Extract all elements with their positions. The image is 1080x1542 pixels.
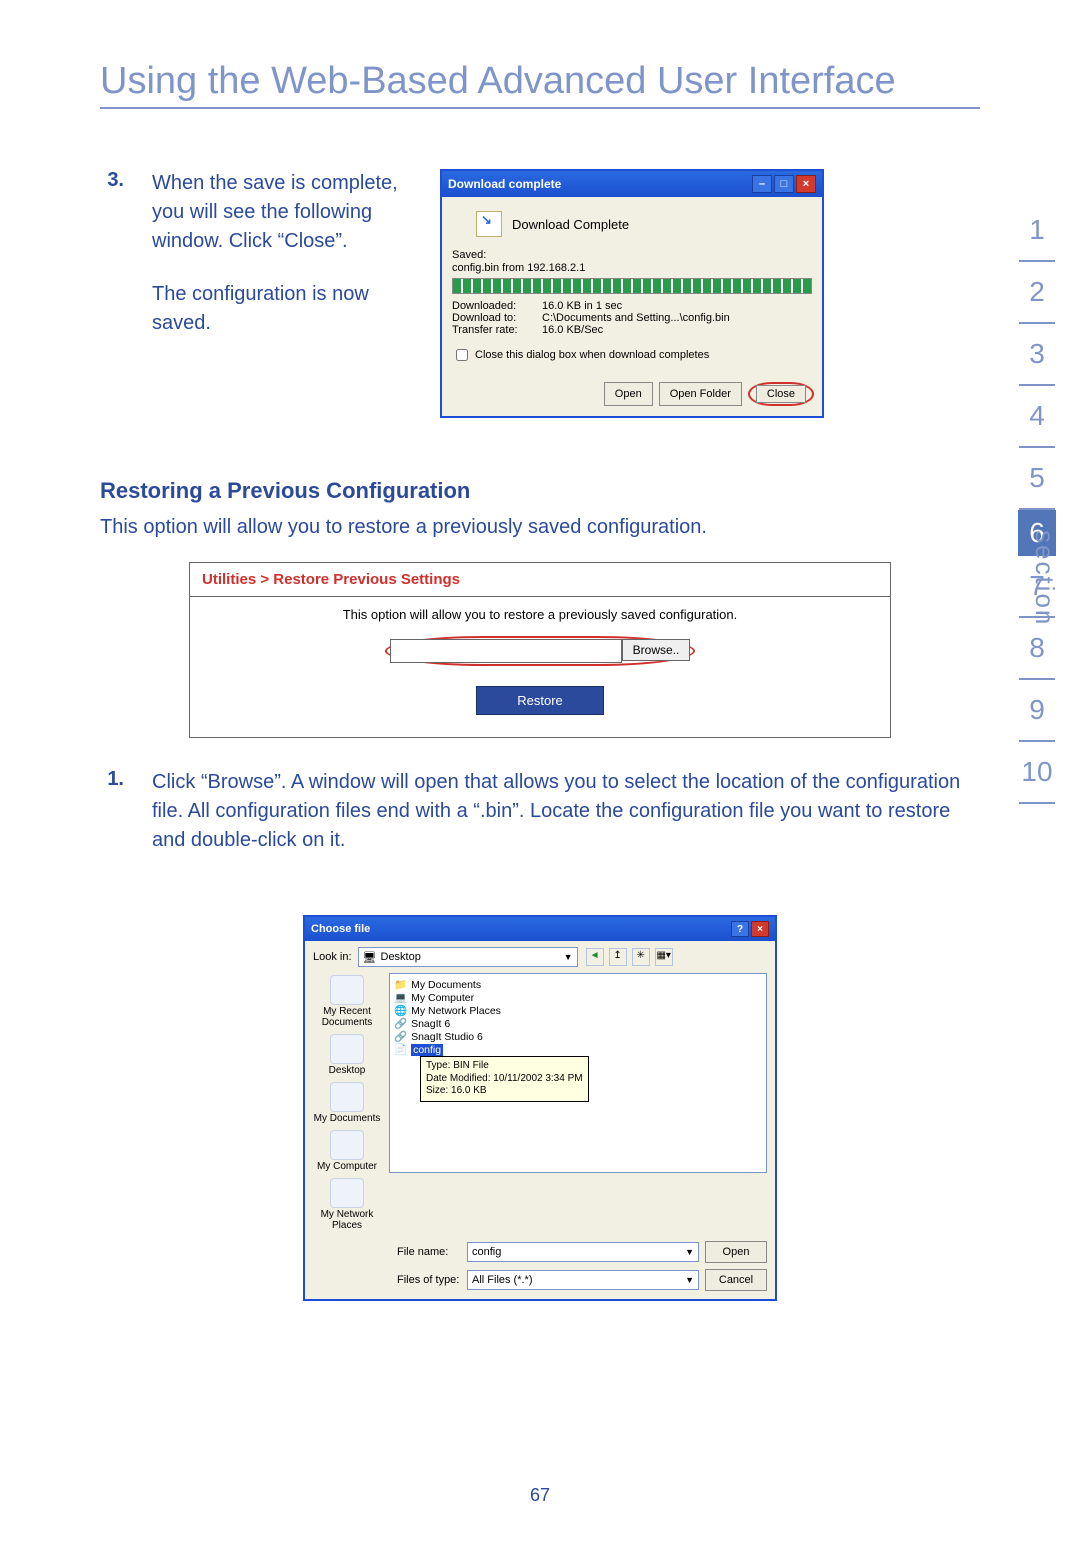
step-3-block: 3. When the save is complete, you will s…: [100, 169, 980, 418]
choose-file-title: Choose file: [311, 923, 370, 935]
list-item-selected[interactable]: 📄 config: [394, 1043, 762, 1056]
new-folder-icon[interactable]: ✳: [632, 948, 650, 966]
places-bar: My Recent Documents Desktop My Documents…: [305, 973, 389, 1237]
section-link-1[interactable]: 1: [1019, 200, 1055, 262]
open-button[interactable]: Open: [604, 382, 653, 406]
utilities-breadcrumb: Utilities > Restore Previous Settings: [190, 563, 890, 597]
chevron-down-icon: ▼: [564, 952, 573, 962]
section-label: section: [1029, 530, 1060, 626]
rate-label: Transfer rate:: [452, 324, 542, 336]
place-recent[interactable]: My Recent Documents: [305, 975, 389, 1028]
utilities-help-text: This option will allow you to restore a …: [210, 607, 870, 622]
look-in-select[interactable]: 🖥 Desktop ▼: [358, 947, 578, 967]
rate-value: 16.0 KB/Sec: [542, 324, 603, 336]
maximize-icon[interactable]: □: [774, 175, 794, 193]
step-3-number: 3.: [100, 169, 124, 418]
page-number: 67: [0, 1485, 1080, 1506]
section-link-5[interactable]: 5: [1019, 448, 1055, 510]
file-type-label: Files of type:: [397, 1274, 461, 1286]
section-link-4[interactable]: 4: [1019, 386, 1055, 448]
section-link-2[interactable]: 2: [1019, 262, 1055, 324]
place-my-computer[interactable]: My Computer: [305, 1130, 389, 1172]
saved-label: Saved:: [452, 249, 812, 261]
download-dialog-title: Download complete: [448, 177, 561, 191]
utilities-panel: Utilities > Restore Previous Settings Th…: [189, 562, 891, 738]
close-button[interactable]: Close: [756, 385, 806, 403]
section-link-10[interactable]: 10: [1019, 742, 1055, 804]
page-title: Using the Web-Based Advanced User Interf…: [100, 60, 980, 109]
auto-close-checkbox[interactable]: [456, 349, 468, 361]
download-complete-dialog: Download complete – □ × Download Complet…: [440, 169, 824, 418]
step-1-text: Click “Browse”. A window will open that …: [152, 768, 980, 855]
up-icon[interactable]: ↥: [609, 948, 627, 966]
restore-button[interactable]: Restore: [476, 686, 604, 715]
section-link-8[interactable]: 8: [1019, 618, 1055, 680]
file-name-label: File name:: [397, 1246, 461, 1258]
restore-file-input[interactable]: [390, 639, 622, 663]
browse-highlight: Browse..: [385, 636, 696, 666]
subheading: Restoring a Previous Configuration: [100, 478, 980, 504]
close-button-highlight: Close: [748, 382, 814, 406]
downloadto-value: C:\Documents and Setting...\config.bin: [542, 312, 730, 324]
step-1-block: 1. Click “Browse”. A window will open th…: [100, 768, 980, 855]
section-link-9[interactable]: 9: [1019, 680, 1055, 742]
browse-button[interactable]: Browse..: [622, 639, 691, 661]
chevron-down-icon: ▼: [685, 1247, 694, 1257]
minimize-icon[interactable]: –: [752, 175, 772, 193]
download-icon: [476, 211, 502, 237]
downloaded-value: 16.0 KB in 1 sec: [542, 300, 622, 312]
step-1-number: 1.: [100, 768, 124, 855]
section-rail: 1 2 3 4 5 6 7 8 9 10 section: [1018, 200, 1056, 804]
cancel-button[interactable]: Cancel: [705, 1269, 767, 1291]
file-tooltip: Type: BIN File Date Modified: 10/11/2002…: [420, 1056, 589, 1102]
list-item[interactable]: 💻 My Computer: [394, 991, 762, 1004]
list-item[interactable]: 🌐 My Network Places: [394, 1004, 762, 1017]
step-3-text-2: The configuration is now saved.: [152, 280, 412, 338]
look-in-label: Look in:: [313, 951, 352, 963]
sub-description: This option will allow you to restore a …: [100, 512, 980, 542]
open-button[interactable]: Open: [705, 1241, 767, 1263]
list-item[interactable]: 📁 My Documents: [394, 978, 762, 991]
download-headline: Download Complete: [512, 217, 629, 232]
auto-close-label: Close this dialog box when download comp…: [475, 349, 709, 361]
view-menu-icon[interactable]: ▦▾: [655, 948, 673, 966]
chevron-down-icon: ▼: [685, 1275, 694, 1285]
close-icon[interactable]: ×: [751, 921, 769, 937]
place-my-documents[interactable]: My Documents: [305, 1082, 389, 1124]
file-list[interactable]: 📁 My Documents 💻 My Computer 🌐 My Networ…: [389, 973, 767, 1173]
list-item[interactable]: 🔗 SnagIt 6: [394, 1017, 762, 1030]
saved-file: config.bin from 192.168.2.1: [452, 262, 812, 274]
look-in-value: Desktop: [381, 951, 421, 963]
file-name-input[interactable]: config▼: [467, 1242, 699, 1262]
open-folder-button[interactable]: Open Folder: [659, 382, 742, 406]
place-desktop[interactable]: Desktop: [305, 1034, 389, 1076]
place-network-places[interactable]: My Network Places: [305, 1178, 389, 1231]
section-link-3[interactable]: 3: [1019, 324, 1055, 386]
downloadto-label: Download to:: [452, 312, 542, 324]
choose-file-dialog: Choose file ? × Look in: 🖥 Desktop ▼ ◄ ↥…: [303, 915, 777, 1301]
step-3-text-1: When the save is complete, you will see …: [152, 169, 412, 256]
progress-bar: [452, 278, 812, 294]
file-type-select[interactable]: All Files (*.*)▼: [467, 1270, 699, 1290]
close-icon[interactable]: ×: [796, 175, 816, 193]
help-icon[interactable]: ?: [731, 921, 749, 937]
desktop-icon: 🖥: [363, 951, 377, 964]
downloaded-label: Downloaded:: [452, 300, 542, 312]
back-icon[interactable]: ◄: [586, 948, 604, 966]
list-item[interactable]: 🔗 SnagIt Studio 6: [394, 1030, 762, 1043]
